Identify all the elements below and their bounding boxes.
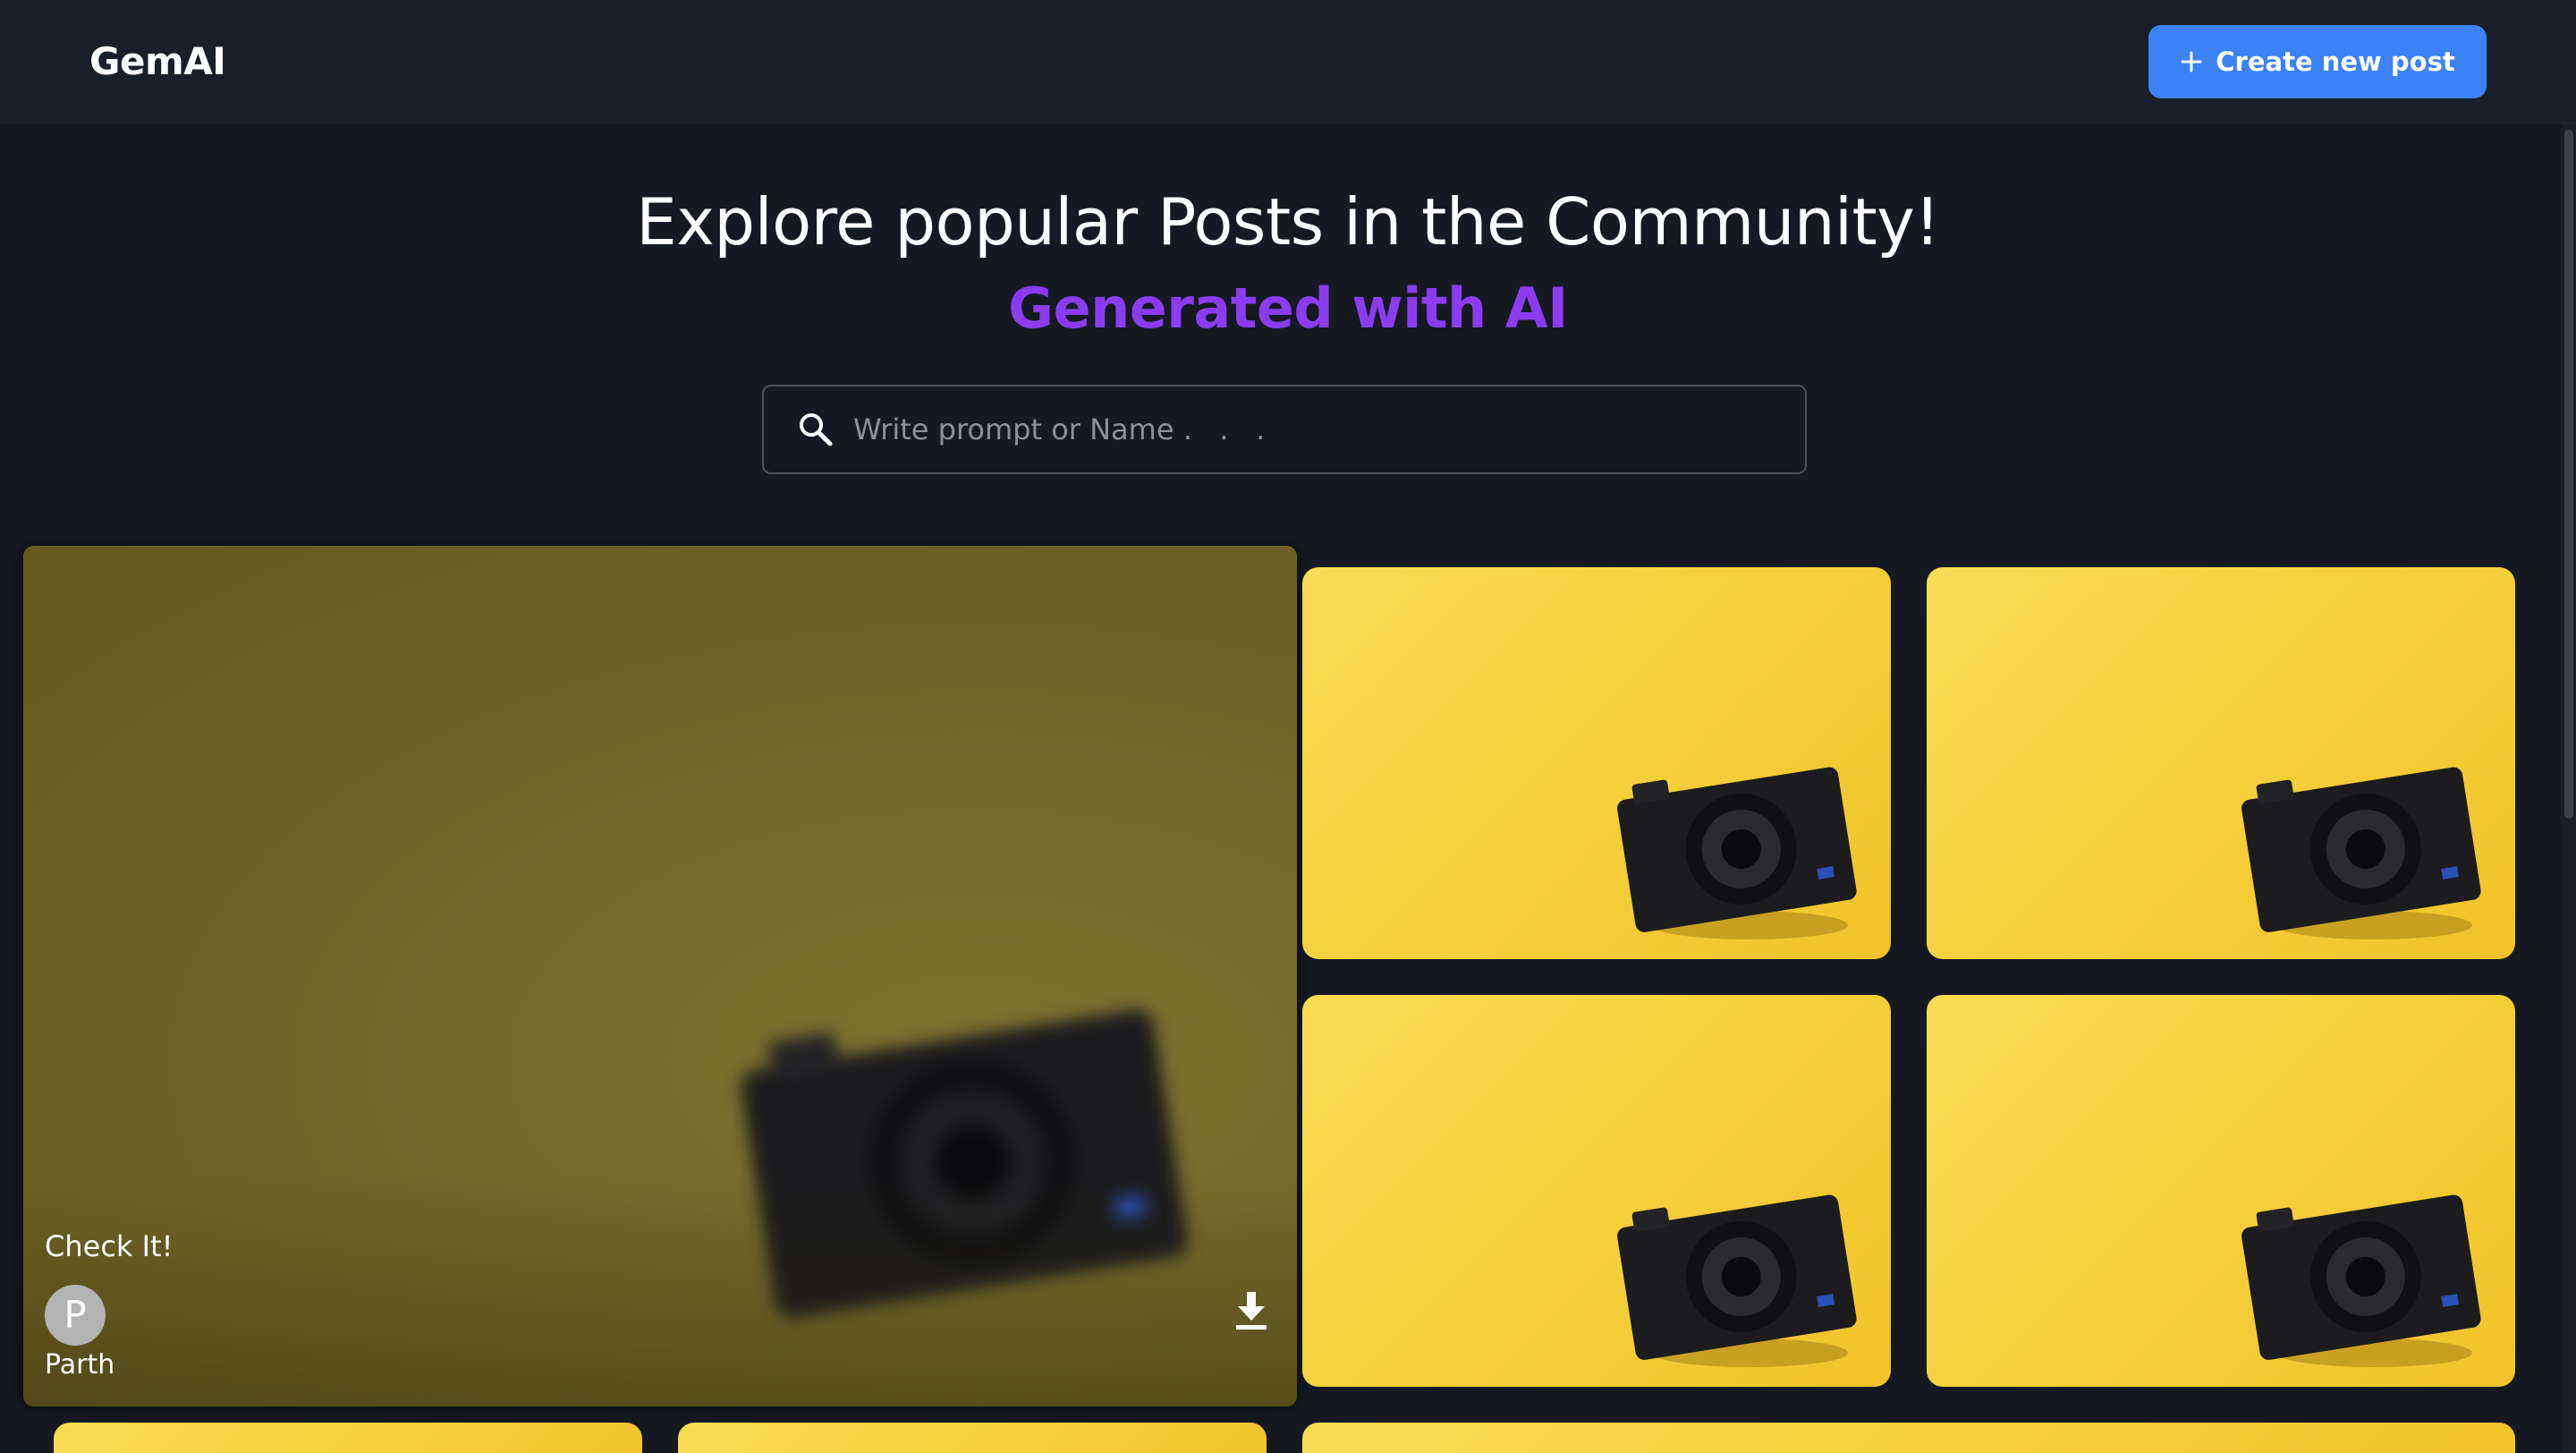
featured-post-card[interactable]: Check It! P Parth <box>23 546 1297 1406</box>
create-new-post-button[interactable]: Create new post <box>2148 25 2487 98</box>
post-caption: Check It! <box>45 1229 174 1263</box>
plus-icon <box>2181 51 2202 72</box>
post-card[interactable] <box>1302 1423 2515 1453</box>
page-title: Explore popular Posts in the Community! <box>636 184 1940 259</box>
search-input[interactable] <box>852 387 1805 472</box>
post-card[interactable] <box>1927 567 2515 959</box>
avatar: P <box>45 1285 106 1346</box>
post-card[interactable] <box>678 1423 1267 1453</box>
post-card[interactable] <box>54 1423 642 1453</box>
search-bar[interactable] <box>762 385 1807 474</box>
featured-overlay <box>23 1174 1297 1406</box>
camera-image <box>2241 767 2481 939</box>
camera-image <box>1617 1194 1857 1367</box>
create-new-post-label: Create new post <box>2216 47 2455 77</box>
page-subtitle: Generated with AI <box>1008 276 1568 341</box>
app-logo[interactable]: GemAI <box>89 36 226 88</box>
download-icon[interactable] <box>1233 1290 1270 1331</box>
post-card[interactable] <box>1302 567 1891 959</box>
search-icon <box>800 413 833 446</box>
camera-image <box>2241 1194 2481 1367</box>
camera-image <box>1617 767 1857 939</box>
author-name: Parth <box>45 1349 115 1381</box>
post-card[interactable] <box>1302 995 1891 1387</box>
top-navbar: GemAI Create new post <box>0 0 2576 123</box>
page: GemAI Create new post Explore popular Po… <box>0 0 2576 1453</box>
post-card[interactable] <box>1927 995 2515 1387</box>
scrollbar-thumb[interactable] <box>2564 130 2573 819</box>
